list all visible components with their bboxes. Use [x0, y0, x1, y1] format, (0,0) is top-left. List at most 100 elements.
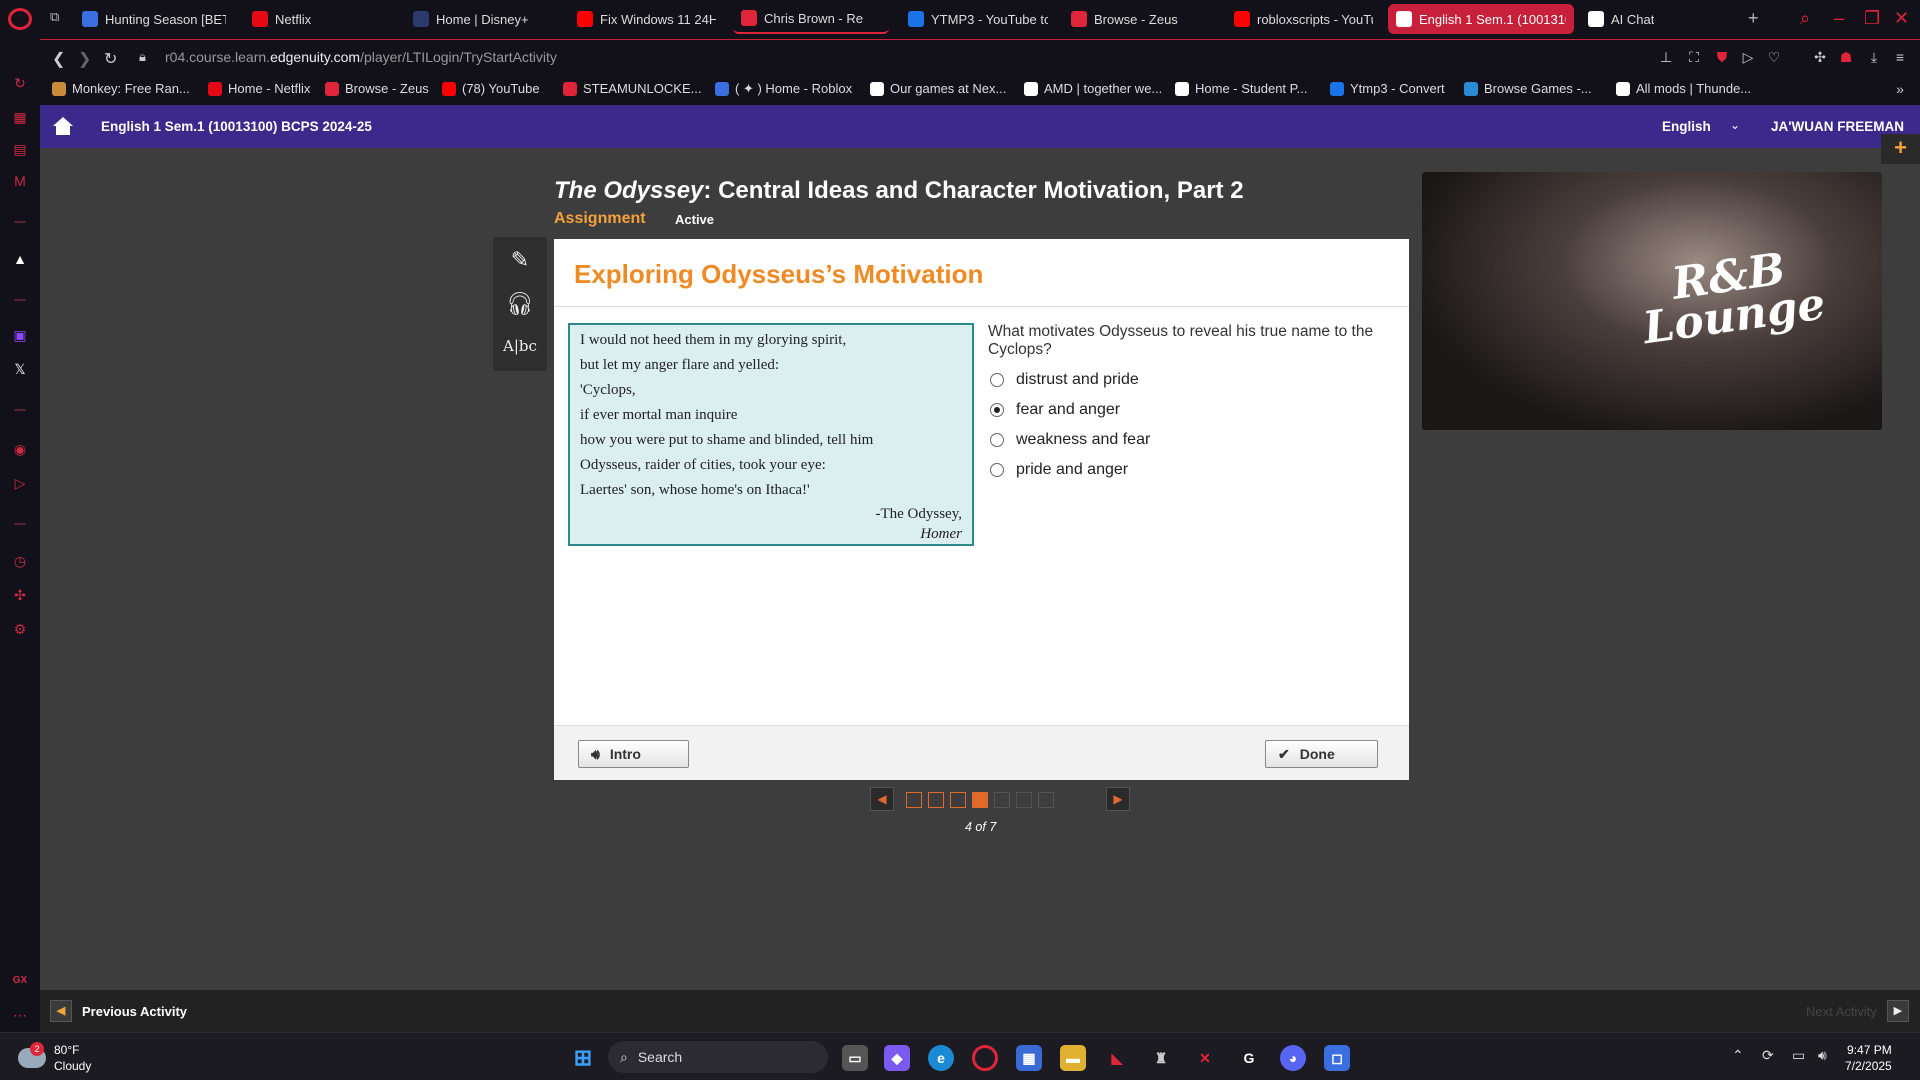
- edge-icon[interactable]: e: [928, 1045, 954, 1071]
- bookmark[interactable]: (78) YouTube: [442, 81, 540, 96]
- pin-icon[interactable]: ⊥: [1658, 49, 1674, 65]
- dictionary-icon[interactable]: A|bc: [501, 327, 539, 365]
- tab[interactable]: Netflix: [244, 4, 324, 34]
- clock[interactable]: 9:47 PM 7/2/2025: [1845, 1042, 1892, 1074]
- tab-strip-icon[interactable]: ⧉: [50, 9, 68, 27]
- next-activity-button[interactable]: Next Activity ▶: [1806, 1000, 1909, 1022]
- page-indicator[interactable]: [994, 792, 1010, 808]
- play-icon[interactable]: ▷: [1740, 49, 1756, 65]
- bookmark[interactable]: Our games at Nex...: [870, 81, 1006, 96]
- g-app-icon[interactable]: G: [1236, 1045, 1262, 1071]
- plus-button[interactable]: +: [1881, 134, 1920, 164]
- tab[interactable]: YTMP3 - YouTube to: [900, 4, 1056, 34]
- done-button[interactable]: ✔ Done: [1265, 740, 1378, 768]
- network-icon[interactable]: ▭: [1792, 1047, 1805, 1064]
- tab[interactable]: English 1 Sem.1 (10013100: [1388, 4, 1574, 34]
- store-icon[interactable]: ▦: [1016, 1045, 1042, 1071]
- back-icon[interactable]: ❮: [52, 49, 65, 69]
- player-icon[interactable]: ◉: [11, 441, 29, 459]
- tray-chevron-icon[interactable]: ⌃: [1732, 1047, 1744, 1064]
- heart-icon[interactable]: ♡: [1766, 49, 1782, 65]
- pencil-icon[interactable]: ✎: [501, 241, 539, 279]
- x-twitter-icon[interactable]: 𝕏: [11, 361, 29, 379]
- profile-icon[interactable]: ☗: [1838, 49, 1854, 65]
- bookmark[interactable]: STEAMUNLOCKE...: [563, 81, 701, 96]
- chevron-down-icon[interactable]: ⌄: [1730, 118, 1740, 132]
- tab[interactable]: AI Chat: [1580, 4, 1700, 34]
- snapshot-icon[interactable]: ⛶: [1686, 49, 1702, 65]
- headphones-icon[interactable]: 🎧︎: [501, 285, 539, 323]
- game-icon[interactable]: ◣: [1104, 1045, 1130, 1071]
- search-tabs-icon[interactable]: ⌕: [1800, 8, 1810, 29]
- extensions-icon[interactable]: ✣: [11, 587, 29, 605]
- opera-gx-icon[interactable]: [972, 1045, 998, 1071]
- answer-option[interactable]: pride and anger: [990, 461, 1128, 479]
- bookmark[interactable]: AMD | together we...: [1024, 81, 1162, 96]
- answer-option[interactable]: distrust and pride: [990, 371, 1139, 389]
- page-indicator[interactable]: [1016, 792, 1032, 808]
- extensions-puzzle-icon[interactable]: ✣: [1812, 49, 1828, 65]
- shield-icon[interactable]: ⛊: [1714, 49, 1730, 65]
- forward-icon[interactable]: ❯: [78, 49, 91, 69]
- taskbar-search[interactable]: ⌕ Search: [608, 1041, 828, 1073]
- start-icon[interactable]: ⊞: [570, 1045, 596, 1071]
- mail-icon[interactable]: M: [11, 173, 29, 191]
- bookmarks-overflow-icon[interactable]: »: [1892, 81, 1908, 97]
- radio-button[interactable]: [990, 403, 1004, 417]
- reload-icon[interactable]: ↻: [104, 49, 117, 69]
- file-explorer-icon[interactable]: ▬: [1060, 1045, 1086, 1071]
- send-icon[interactable]: ▷: [11, 475, 29, 493]
- intro-button[interactable]: 🔊︎ Intro: [578, 740, 689, 768]
- x-app-icon[interactable]: ✕: [1192, 1045, 1218, 1071]
- download-icon[interactable]: ⤓: [1866, 49, 1882, 65]
- minimize-icon[interactable]: –: [1834, 8, 1844, 29]
- bookmark[interactable]: Browse Games -...: [1464, 81, 1592, 96]
- tab[interactable]: robloxscripts - YouTu: [1226, 4, 1381, 34]
- language-select[interactable]: English: [1662, 119, 1711, 134]
- pager-next-icon[interactable]: ▶: [1106, 787, 1130, 811]
- page-indicator[interactable]: [928, 792, 944, 808]
- roblox-icon[interactable]: ◻: [1324, 1045, 1350, 1071]
- app-icon[interactable]: ♜: [1148, 1045, 1174, 1071]
- bookmark[interactable]: Ytmp3 - Convert: [1330, 81, 1445, 96]
- bookmark[interactable]: All mods | Thunde...: [1616, 81, 1751, 96]
- history-icon[interactable]: ◷: [11, 553, 29, 571]
- pager-prev-icon[interactable]: ◀: [870, 787, 894, 811]
- url-field[interactable]: r04.course.learn.edgenuity.com/player/LT…: [165, 49, 557, 65]
- radio-button[interactable]: [990, 433, 1004, 447]
- copilot-icon[interactable]: ◆: [884, 1045, 910, 1071]
- volume-icon[interactable]: 🔊︎: [1818, 1047, 1827, 1064]
- bookmark[interactable]: ( ✦ ) Home - Roblox: [715, 81, 852, 97]
- task-view-icon[interactable]: ▭: [842, 1045, 868, 1071]
- answer-option[interactable]: fear and anger: [990, 401, 1120, 419]
- page-indicator[interactable]: [950, 792, 966, 808]
- previous-activity-button[interactable]: ◀ Previous Activity: [50, 1000, 187, 1022]
- bookmark[interactable]: Home - Student P...: [1175, 81, 1308, 96]
- home-icon[interactable]: [52, 115, 74, 137]
- answer-option[interactable]: weakness and fear: [990, 431, 1150, 449]
- tab[interactable]: Chris Brown - Re: [733, 4, 889, 34]
- tab[interactable]: Hunting Season [BET: [74, 4, 234, 34]
- page-indicator[interactable]: [1038, 792, 1054, 808]
- refresh-sidebar-icon[interactable]: ↻: [11, 75, 29, 93]
- radio-button[interactable]: [990, 373, 1004, 387]
- gaming-icon[interactable]: ▦: [11, 109, 29, 127]
- more-icon[interactable]: ⋯: [11, 1007, 29, 1025]
- tab[interactable]: Browse - Zeus: [1063, 4, 1213, 34]
- page-indicator[interactable]: [972, 792, 988, 808]
- radio-button[interactable]: [990, 463, 1004, 477]
- tab[interactable]: Fix Windows 11 24H2: [569, 4, 724, 34]
- close-icon[interactable]: ✕: [1894, 8, 1909, 29]
- aria-icon[interactable]: ▲: [11, 251, 29, 269]
- settings-icon[interactable]: ⚙: [11, 621, 29, 639]
- bookmark[interactable]: Browse - Zeus: [325, 81, 429, 96]
- restore-icon[interactable]: ❐: [1864, 8, 1880, 29]
- tab[interactable]: Home | Disney+: [405, 4, 555, 34]
- news-icon[interactable]: ▤: [11, 141, 29, 159]
- weather-widget[interactable]: 2 80°F Cloudy: [18, 1042, 91, 1074]
- user-name[interactable]: JA'WUAN FREEMAN: [1771, 119, 1904, 134]
- twitch-icon[interactable]: ▣: [11, 327, 29, 345]
- new-tab-icon[interactable]: +: [1748, 8, 1759, 29]
- page-indicator[interactable]: [906, 792, 922, 808]
- sync-icon[interactable]: ⟳: [1762, 1047, 1774, 1064]
